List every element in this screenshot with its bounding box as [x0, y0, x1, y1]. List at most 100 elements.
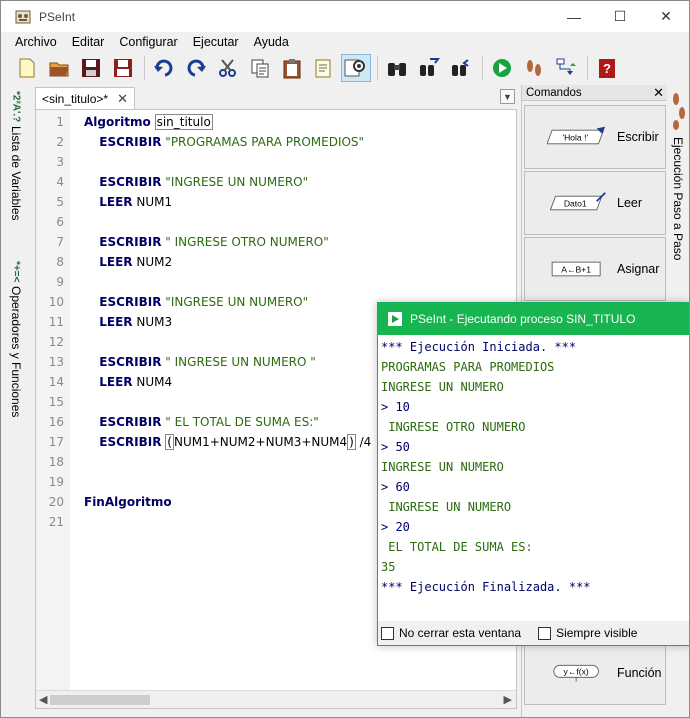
save-button[interactable] [76, 54, 106, 82]
execution-window-title: PSeInt - Ejecutando proceso SIN_TITULO [410, 312, 636, 326]
left-side-tabs: *2²A'.? Lista de Variables *+=< Operador… [1, 85, 31, 717]
run-button[interactable] [487, 54, 517, 82]
output-line: > 10 [381, 400, 410, 414]
execution-output[interactable]: *** Ejecución Iniciada. *** PROGRAMAS PA… [378, 335, 689, 625]
line-number: 3 [56, 155, 64, 169]
command-asignar[interactable]: A←B+1 Asignar [524, 237, 666, 301]
execution-window-footer: No cerrar esta ventana Siempre visible [378, 621, 689, 645]
line-number: 8 [56, 255, 64, 269]
keyword: LEER [99, 195, 133, 209]
code-line: 5 LEER NUM1 [36, 192, 516, 212]
string-literal: " INGRESE UN NUMERO " [165, 355, 316, 369]
command-escribir-label: Escribir [617, 130, 659, 144]
toolbar: ? [1, 52, 689, 84]
find-next-button[interactable] [414, 54, 444, 82]
redo-icon [187, 59, 206, 77]
code-line: 9 [36, 272, 516, 292]
command-leer[interactable]: Dato1 Leer [524, 171, 666, 235]
search-button[interactable] [341, 54, 371, 82]
scrollbar-thumb[interactable] [50, 695, 150, 705]
menu-archivo[interactable]: Archivo [1, 35, 64, 49]
checkbox-box[interactable] [538, 626, 552, 640]
editor-tab-bar: <sin_titulo>* ✕ ▼ [31, 85, 519, 109]
algorithm-name: sin_titulo [154, 114, 213, 130]
output-line: > 50 [381, 440, 410, 454]
new-file-button[interactable] [12, 54, 42, 82]
cut-icon [219, 59, 236, 77]
variable: NUM4 [136, 375, 173, 389]
code-line: 7 ESCRIBIR " INGRESE OTRO NUMERO" [36, 232, 516, 252]
help-button[interactable]: ? [592, 54, 622, 82]
title-bar: PSeInt — ☐ ✕ [1, 1, 689, 32]
tab-ejecucion-paso-a-paso[interactable]: Ejecución Paso a Paso [671, 137, 685, 260]
step-by-step-button[interactable] [519, 54, 549, 82]
line-number: 4 [56, 175, 64, 189]
execution-window-title-bar: PSeInt - Ejecutando proceso SIN_TITULO [378, 303, 689, 335]
find-button[interactable] [382, 54, 412, 82]
code-line: 1 Algoritmo sin_titulo [36, 112, 516, 132]
menu-ayuda[interactable]: Ayuda [246, 35, 296, 49]
line-number: 21 [48, 515, 64, 529]
menu-editar[interactable]: Editar [64, 35, 112, 49]
minimize-icon: — [567, 8, 581, 25]
tab-lista-de-variables[interactable]: *2²A'.? Lista de Variables [5, 91, 27, 221]
tab-operadores-y-funciones[interactable]: *+=< Operadores y Funciones [5, 261, 27, 418]
toolbar-separator [377, 56, 378, 80]
keyword: ESCRIBIR [99, 435, 162, 449]
line-number: 12 [48, 335, 64, 349]
command-escribir[interactable]: 'Hola !' Escribir [524, 105, 666, 169]
save-as-button[interactable] [108, 54, 138, 82]
paste-button[interactable] [277, 54, 307, 82]
line-number: 19 [48, 475, 64, 489]
minimize-button[interactable]: — [551, 1, 597, 32]
help-icon: ? [599, 59, 615, 78]
pseint-app-icon [15, 10, 31, 23]
function-icon: y←f(x) [553, 664, 599, 682]
search-icon [344, 59, 365, 77]
tab-sin-titulo[interactable]: <sin_titulo>* ✕ [35, 87, 135, 109]
command-funcion[interactable]: y←f(x) Función [524, 641, 666, 705]
flowchart-button[interactable] [551, 54, 581, 82]
open-folder-icon [49, 62, 69, 77]
replace-button[interactable] [446, 54, 476, 82]
horizontal-scrollbar[interactable]: ◀ ▶ [36, 690, 516, 708]
assign-icon: A←B+1 [551, 261, 601, 277]
command-asignar-label: Asignar [617, 262, 660, 276]
keyword: ESCRIBIR [99, 415, 162, 429]
variable: NUM3 [136, 315, 173, 329]
scroll-right-icon[interactable]: ▶ [504, 693, 512, 706]
open-button[interactable] [44, 54, 74, 82]
cut-button[interactable] [213, 54, 243, 82]
tab-sin-titulo-label: <sin_titulo>* [42, 91, 109, 106]
menu-ejecutar[interactable]: Ejecutar [185, 35, 246, 49]
redo-button[interactable] [181, 54, 211, 82]
copy-button[interactable] [245, 54, 275, 82]
checkbox-box[interactable] [381, 626, 394, 640]
keyword: ESCRIBIR [99, 355, 162, 369]
toolbar-separator [482, 56, 483, 80]
maximize-button[interactable]: ☐ [597, 1, 643, 32]
code-line: 8 LEER NUM2 [36, 252, 516, 272]
output-line: > 20 [381, 520, 410, 534]
close-icon[interactable]: ✕ [653, 85, 664, 101]
tab-close-icon[interactable]: ✕ [117, 91, 128, 107]
line-number: 7 [56, 235, 64, 249]
keep-open-checkbox[interactable]: No cerrar esta ventana [381, 626, 521, 640]
output-line: INGRESE UN NUMERO [381, 380, 504, 394]
line-number: 15 [48, 395, 64, 409]
close-button[interactable]: ✕ [643, 1, 689, 32]
new-file-icon [19, 58, 35, 78]
always-visible-checkbox[interactable]: Siempre visible [538, 626, 637, 640]
paste-icon [283, 59, 301, 79]
keyword: ESCRIBIR [99, 235, 162, 249]
edit-button[interactable] [309, 54, 339, 82]
line-number: 17 [48, 435, 64, 449]
output-line: PROGRAMAS PARA PROMEDIOS [381, 360, 555, 374]
tab-list-dropdown[interactable]: ▼ [500, 89, 515, 104]
undo-button[interactable] [149, 54, 179, 82]
scroll-left-icon[interactable]: ◀ [39, 693, 47, 706]
read-icon-text: Dato1 [564, 198, 587, 208]
menu-configurar[interactable]: Configurar [111, 35, 184, 49]
output-line: INGRESE OTRO NUMERO [381, 420, 526, 434]
save-as-icon [114, 59, 132, 77]
